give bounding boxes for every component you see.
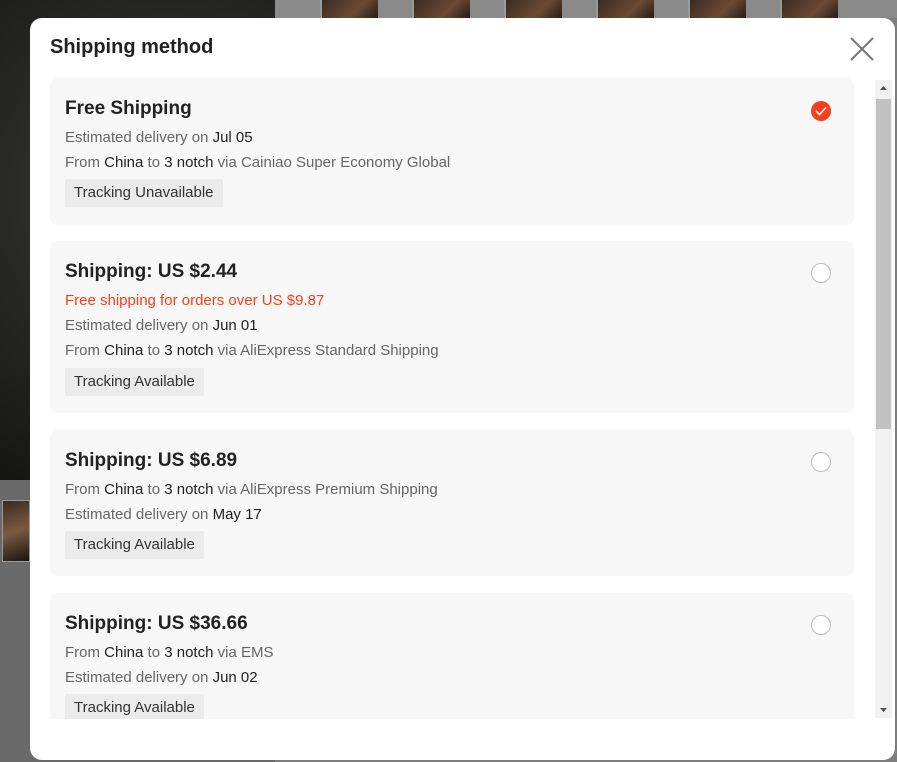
option-title: Shipping: US $36.66 [65,613,248,634]
vertical-scrollbar[interactable] [875,80,892,718]
background-thumbnail [688,0,746,18]
shipping-options-list: Free Shipping Estimated delivery on Jul … [50,78,854,719]
scroll-up-button[interactable] [875,80,892,97]
option-title: Shipping: US $6.89 [65,450,238,471]
tracking-badge: Tracking Unavailable [65,179,223,207]
background-thumbnail [320,0,378,18]
option-radio[interactable] [811,263,831,283]
close-button[interactable] [848,35,876,63]
delivery-date: Jun 01 [212,317,258,334]
delivery-date: Jul 05 [212,129,253,146]
background-thumbnail [412,0,470,18]
shipping-option-ems[interactable]: Shipping: US $36.66 From China to 3 notc… [50,593,854,719]
estimated-delivery: Estimated delivery on May 17 [65,506,262,523]
option-radio-selected[interactable] [811,101,831,121]
shipping-route: From China to 3 notch via EMS [65,644,274,661]
delivery-date: May 17 [212,506,262,523]
estimated-delivery: Estimated delivery on Jun 01 [65,317,258,334]
option-title: Free Shipping [65,98,192,119]
shipping-route: From China to 3 notch via Cainiao Super … [65,154,451,171]
tracking-badge: Tracking Available [65,531,204,559]
option-radio[interactable] [811,452,831,472]
scroll-thumb[interactable] [876,99,891,429]
scroll-down-arrow-icon [880,708,887,712]
shipping-option-free-shipping[interactable]: Free Shipping Estimated delivery on Jul … [50,78,854,225]
tracking-badge: Tracking Available [65,694,204,719]
delivery-date: Jun 02 [212,669,258,686]
background-thumbnail-strip [275,0,897,18]
tracking-badge: Tracking Available [65,368,204,396]
shipping-route: From China to 3 notch via AliExpress Sta… [65,342,439,359]
shipping-option-standard[interactable]: Shipping: US $2.44 Free shipping for ord… [50,241,854,413]
option-radio[interactable] [811,615,831,635]
shipping-method-dialog: Shipping method Free Shipping Estimated … [30,18,895,760]
check-icon [815,106,827,116]
estimated-delivery: Estimated delivery on Jun 02 [65,669,258,686]
background-thumbnail [596,0,654,18]
shipping-option-premium[interactable]: Shipping: US $6.89 From China to 3 notch… [50,430,854,576]
dialog-title: Shipping method [50,36,214,58]
free-shipping-promo: Free shipping for orders over US $9.87 [65,292,325,309]
estimated-delivery: Estimated delivery on Jul 05 [65,129,253,146]
shipping-route: From China to 3 notch via AliExpress Pre… [65,481,438,498]
background-small-thumbnail [2,500,30,562]
background-thumbnail [504,0,562,18]
scroll-down-button[interactable] [875,701,892,718]
option-title: Shipping: US $2.44 [65,261,238,282]
close-icon [850,37,874,61]
background-thumbnail [780,0,838,18]
scroll-up-arrow-icon [880,86,887,90]
